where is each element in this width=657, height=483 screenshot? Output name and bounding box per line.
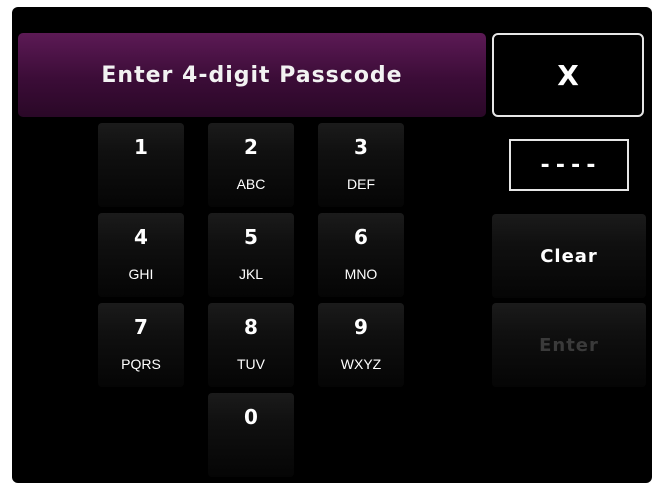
key-digit: 1 (134, 135, 148, 159)
key-letters: WXYZ (340, 356, 382, 372)
key-digit: 6 (354, 225, 368, 249)
enter-button[interactable]: Enter (492, 303, 646, 387)
keypad-key-8[interactable]: 8 TUV (208, 303, 294, 387)
keypad-key-7[interactable]: 7 PQRS (98, 303, 184, 387)
close-button[interactable]: X (492, 33, 644, 117)
close-icon: X (557, 58, 579, 92)
key-digit: 5 (244, 225, 258, 249)
key-letters: TUV (237, 356, 265, 372)
clear-button-label: Clear (540, 245, 598, 267)
keypad-key-3[interactable]: 3 DEF (318, 123, 404, 207)
key-digit: 9 (354, 315, 368, 339)
key-letters: JKL (238, 266, 264, 282)
key-digit: 7 (134, 315, 148, 339)
key-letters: MNO (344, 266, 378, 282)
key-digit: 3 (354, 135, 368, 159)
key-digit: 2 (244, 135, 258, 159)
key-digit: 0 (244, 405, 258, 429)
key-letters: DEF (347, 176, 375, 192)
key-digit: 8 (244, 315, 258, 339)
keypad-key-2[interactable]: 2 ABC (208, 123, 294, 207)
passcode-value: ---- (538, 152, 600, 178)
passcode-dialog: Enter 4-digit Passcode X 1 2 ABC 3 DEF 4… (12, 7, 652, 483)
keypad-key-0[interactable]: 0 (208, 393, 294, 477)
key-letters: PQRS (121, 356, 161, 372)
clear-button[interactable]: Clear (492, 214, 646, 298)
keypad-key-4[interactable]: 4 GHI (98, 213, 184, 297)
key-letters: GHI (128, 266, 154, 282)
enter-button-label: Enter (539, 334, 599, 356)
key-letters: ABC (236, 176, 266, 192)
keypad-key-1[interactable]: 1 (98, 123, 184, 207)
keypad-key-9[interactable]: 9 WXYZ (318, 303, 404, 387)
key-digit: 4 (134, 225, 148, 249)
dialog-title-text: Enter 4-digit Passcode (101, 62, 403, 88)
passcode-display: ---- (509, 139, 629, 191)
keypad-key-6[interactable]: 6 MNO (318, 213, 404, 297)
keypad-key-5[interactable]: 5 JKL (208, 213, 294, 297)
dialog-title: Enter 4-digit Passcode (18, 33, 486, 117)
